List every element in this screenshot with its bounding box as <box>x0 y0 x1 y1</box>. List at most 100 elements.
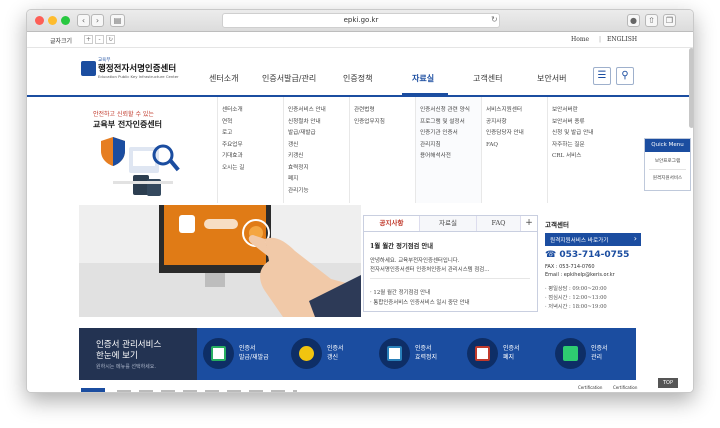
mega-link[interactable]: 서비스지원센터 <box>486 105 547 117</box>
logo-main-text: 행정전자서명인증센터 <box>98 64 177 74</box>
nav-customer-center[interactable]: 고객센터 <box>473 73 502 84</box>
browser-toolbar: ‹ › ▤ epki.go.kr ↻ ● ⇧ ❐ <box>27 10 693 32</box>
mega-link[interactable]: 신청절차 안내 <box>288 117 349 129</box>
more-button[interactable]: + <box>521 216 537 231</box>
mega-link[interactable]: 자주하는 질문 <box>552 140 645 152</box>
footer-links <box>117 390 297 392</box>
remote-support-button[interactable]: 원격지원서비스 바로가기 › <box>545 233 641 246</box>
reload-icon[interactable]: ↻ <box>491 15 498 24</box>
nav-center-intro[interactable]: 센터소개 <box>209 73 238 84</box>
top-button[interactable]: TOP <box>658 378 678 388</box>
mega-link[interactable]: 폐지 <box>288 174 349 186</box>
english-link[interactable]: ENGLISH <box>607 36 637 43</box>
mega-link[interactable]: 로고 <box>222 128 283 140</box>
mega-link[interactable]: 인증서비스 안내 <box>288 105 349 117</box>
share-icon[interactable]: ⇧ <box>645 14 658 27</box>
mega-link[interactable]: 갱신 <box>288 140 349 152</box>
mega-menu: 안전하고 신뢰할 수 있는 교육부 전자인증센터 센터소개 연혁 로고 주요업무… <box>79 97 645 203</box>
font-decrease-button[interactable]: - <box>95 35 104 44</box>
mega-link[interactable]: 인증서신청 관련 양식 <box>420 105 481 117</box>
customer-center-panel: 고객센터 원격지원서비스 바로가기 › ☎ 053-714-0755 FAX :… <box>541 215 646 312</box>
mega-link[interactable]: 인증담당자 안내 <box>486 128 547 140</box>
notice-list-item[interactable]: · 12월 월간 정기점검 안내 <box>370 288 430 296</box>
fax-number: FAX : 053-714-0760 <box>545 264 595 270</box>
mega-link[interactable]: 연혁 <box>222 117 283 129</box>
nav-security-server[interactable]: 보안서버 <box>537 73 566 84</box>
chevron-right-icon: › <box>633 234 637 243</box>
font-reset-icon[interactable]: ↻ <box>106 35 115 44</box>
close-window-button[interactable] <box>35 16 44 25</box>
font-increase-button[interactable]: + <box>84 35 93 44</box>
mega-link[interactable]: 보안서버란 <box>552 105 645 117</box>
quick-menu-security-program[interactable]: 보안프로그램 <box>645 158 690 164</box>
hero-banner <box>79 205 361 317</box>
mega-link[interactable]: 인증업무지침 <box>354 117 415 129</box>
hand-touching-monitor-illustration <box>79 205 361 317</box>
menu-icon[interactable]: ☰ <box>593 67 611 85</box>
footer-peek: Certification Certification <box>27 384 693 392</box>
service-label-line2: 갱신 <box>327 354 339 361</box>
service-strip: 인증서 관리서비스 한눈에 보기 원하시는 메뉴를 선택하세요. 인증서 발급/재… <box>79 328 636 380</box>
mega-link[interactable]: 공지사항 <box>486 117 547 129</box>
site-header: 교육부 행정전자서명인증센터 Education Public Key Infr… <box>27 48 693 97</box>
certificate-issue-icon <box>211 346 226 361</box>
nav-cert-issue[interactable]: 인증서발급/관리 <box>262 73 316 84</box>
notice-list-item[interactable]: · 통합인증서비스 인증서비스 일시 중단 안내 <box>370 298 470 306</box>
home-link[interactable]: Home <box>571 36 589 43</box>
utility-bar: 글자크기 + - ↻ Home | ENGLISH <box>27 32 693 48</box>
phone-text: 053-714-0755 <box>559 250 630 260</box>
mega-link[interactable]: 오시는 길 <box>222 163 283 175</box>
search-icon[interactable]: ⚲ <box>616 67 634 85</box>
address-bar[interactable]: epki.go.kr <box>222 13 500 28</box>
nav-active-indicator <box>402 93 448 95</box>
service-label-line2: 폐지 <box>503 354 515 361</box>
mega-link[interactable]: 신청 및 발급 안내 <box>552 128 645 140</box>
mega-link[interactable]: 용어해석사전 <box>420 151 481 163</box>
nav-library[interactable]: 자료실 <box>412 73 434 84</box>
certification-mark: Certification <box>613 385 638 390</box>
mega-col-library: 인증서신청 관련 양식 프로그램 및 설정서 인증기관 인증서 관리지침 용어해… <box>415 97 481 203</box>
footer-logo <box>81 388 105 392</box>
mega-col-center: 센터소개 연혁 로고 주요업무 기대효과 오시는 길 <box>217 97 283 203</box>
mega-link[interactable]: 키갱신 <box>288 151 349 163</box>
mega-link[interactable]: 기대효과 <box>222 151 283 163</box>
service-strip-subtitle: 원하시는 메뉴를 선택하세요. <box>96 364 156 370</box>
certificate-renew-icon <box>299 346 314 361</box>
mega-link[interactable]: 관련법령 <box>354 105 415 117</box>
nav-cert-policy[interactable]: 인증정책 <box>343 73 372 84</box>
mega-link[interactable]: 인증기관 인증서 <box>420 128 481 140</box>
notice-title[interactable]: 1월 월간 정기점검 안내 <box>370 241 433 250</box>
quick-menu-remote-support[interactable]: 원격지원서비스 <box>645 175 690 181</box>
mega-link[interactable]: CRL 서비스 <box>552 151 645 163</box>
mega-link[interactable]: 프로그램 및 설정서 <box>420 117 481 129</box>
mega-link[interactable]: 관리기능 <box>288 186 349 198</box>
email-address: Email : epkihelp@keris.or.kr <box>545 272 615 278</box>
mega-link[interactable]: 주요업무 <box>222 140 283 152</box>
mega-link[interactable]: FAQ <box>486 140 547 152</box>
mega-col-issue: 인증서비스 안내 신청절차 안내 발급/재발급 갱신 키갱신 효력정지 폐지 관… <box>283 97 349 203</box>
sidebar-toggle-icon[interactable]: ▤ <box>110 14 125 27</box>
hours-weekday: · 평일상담 : 09:00~20:00 <box>545 286 607 292</box>
tab-notice[interactable]: 공지사항 <box>364 216 420 231</box>
mega-col-policy: 관련법령 인증업무지침 <box>349 97 415 203</box>
scrollbar-thumb[interactable] <box>689 48 693 128</box>
mega-link[interactable]: 효력정지 <box>288 163 349 175</box>
logo-sub-text: Education Public Key Infrastructure Cent… <box>98 74 179 79</box>
tab-faq[interactable]: FAQ <box>477 216 521 231</box>
mega-link[interactable]: 발급/재발급 <box>288 128 349 140</box>
service-label: 인증서 관리 <box>591 344 608 362</box>
download-icon[interactable]: ● <box>627 14 640 27</box>
forward-icon[interactable]: › <box>91 14 104 27</box>
tabs-icon[interactable]: ❐ <box>663 14 676 27</box>
tab-library[interactable]: 자료실 <box>420 216 477 231</box>
mega-link[interactable]: 보안서버 종류 <box>552 117 645 129</box>
separator: | <box>599 36 602 43</box>
minimize-window-button[interactable] <box>48 16 57 25</box>
back-icon[interactable]: ‹ <box>77 14 90 27</box>
service-strip-title-line2: 한눈에 보기 <box>96 351 138 361</box>
mega-link[interactable]: 관리지침 <box>420 140 481 152</box>
mega-illustration <box>99 135 187 197</box>
mega-link[interactable]: 센터소개 <box>222 105 283 117</box>
service-label-line1: 인증서 <box>327 345 344 352</box>
maximize-window-button[interactable] <box>61 16 70 25</box>
